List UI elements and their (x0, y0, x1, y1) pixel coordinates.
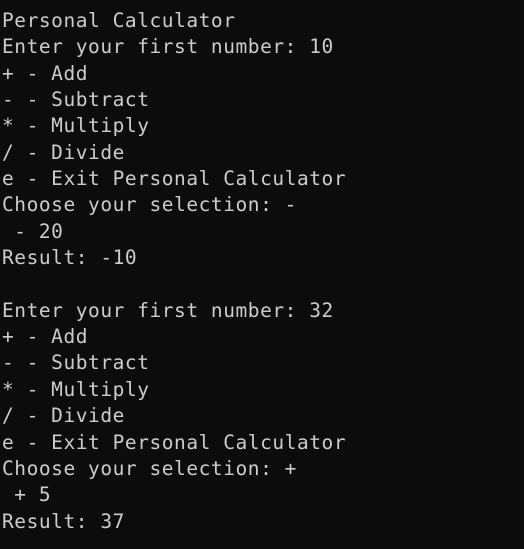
first-number-prompt: Enter your first number: 32 (2, 298, 334, 322)
menu-option-exit: e - Exit Personal Calculator (2, 430, 347, 454)
second-number-input: + 5 (2, 483, 52, 507)
menu-option-multiply: * - Multiply (2, 377, 150, 401)
menu-option-subtract: - - Subtract (2, 88, 150, 112)
second-number-input: - 20 (2, 219, 64, 243)
menu-option-divide: / - Divide (2, 140, 125, 164)
result-line: Result: -10 (2, 246, 138, 270)
menu-option-add: + - Add (2, 61, 89, 85)
first-number-prompt: Enter your first number: 10 (2, 35, 334, 59)
menu-option-multiply: * - Multiply (2, 114, 150, 138)
console-window[interactable]: Personal Calculator Enter your first num… (0, 0, 524, 549)
menu-option-add: + - Add (2, 325, 89, 349)
menu-option-exit: e - Exit Personal Calculator (2, 167, 347, 191)
program-title: Personal Calculator (2, 9, 236, 32)
selection-prompt: Choose your selection: - (2, 193, 297, 217)
menu-option-subtract: - - Subtract (2, 351, 150, 375)
selection-prompt: Choose your selection: + (2, 456, 297, 480)
result-line: Result: 37 (2, 509, 125, 533)
menu-option-divide: / - Divide (2, 404, 125, 428)
